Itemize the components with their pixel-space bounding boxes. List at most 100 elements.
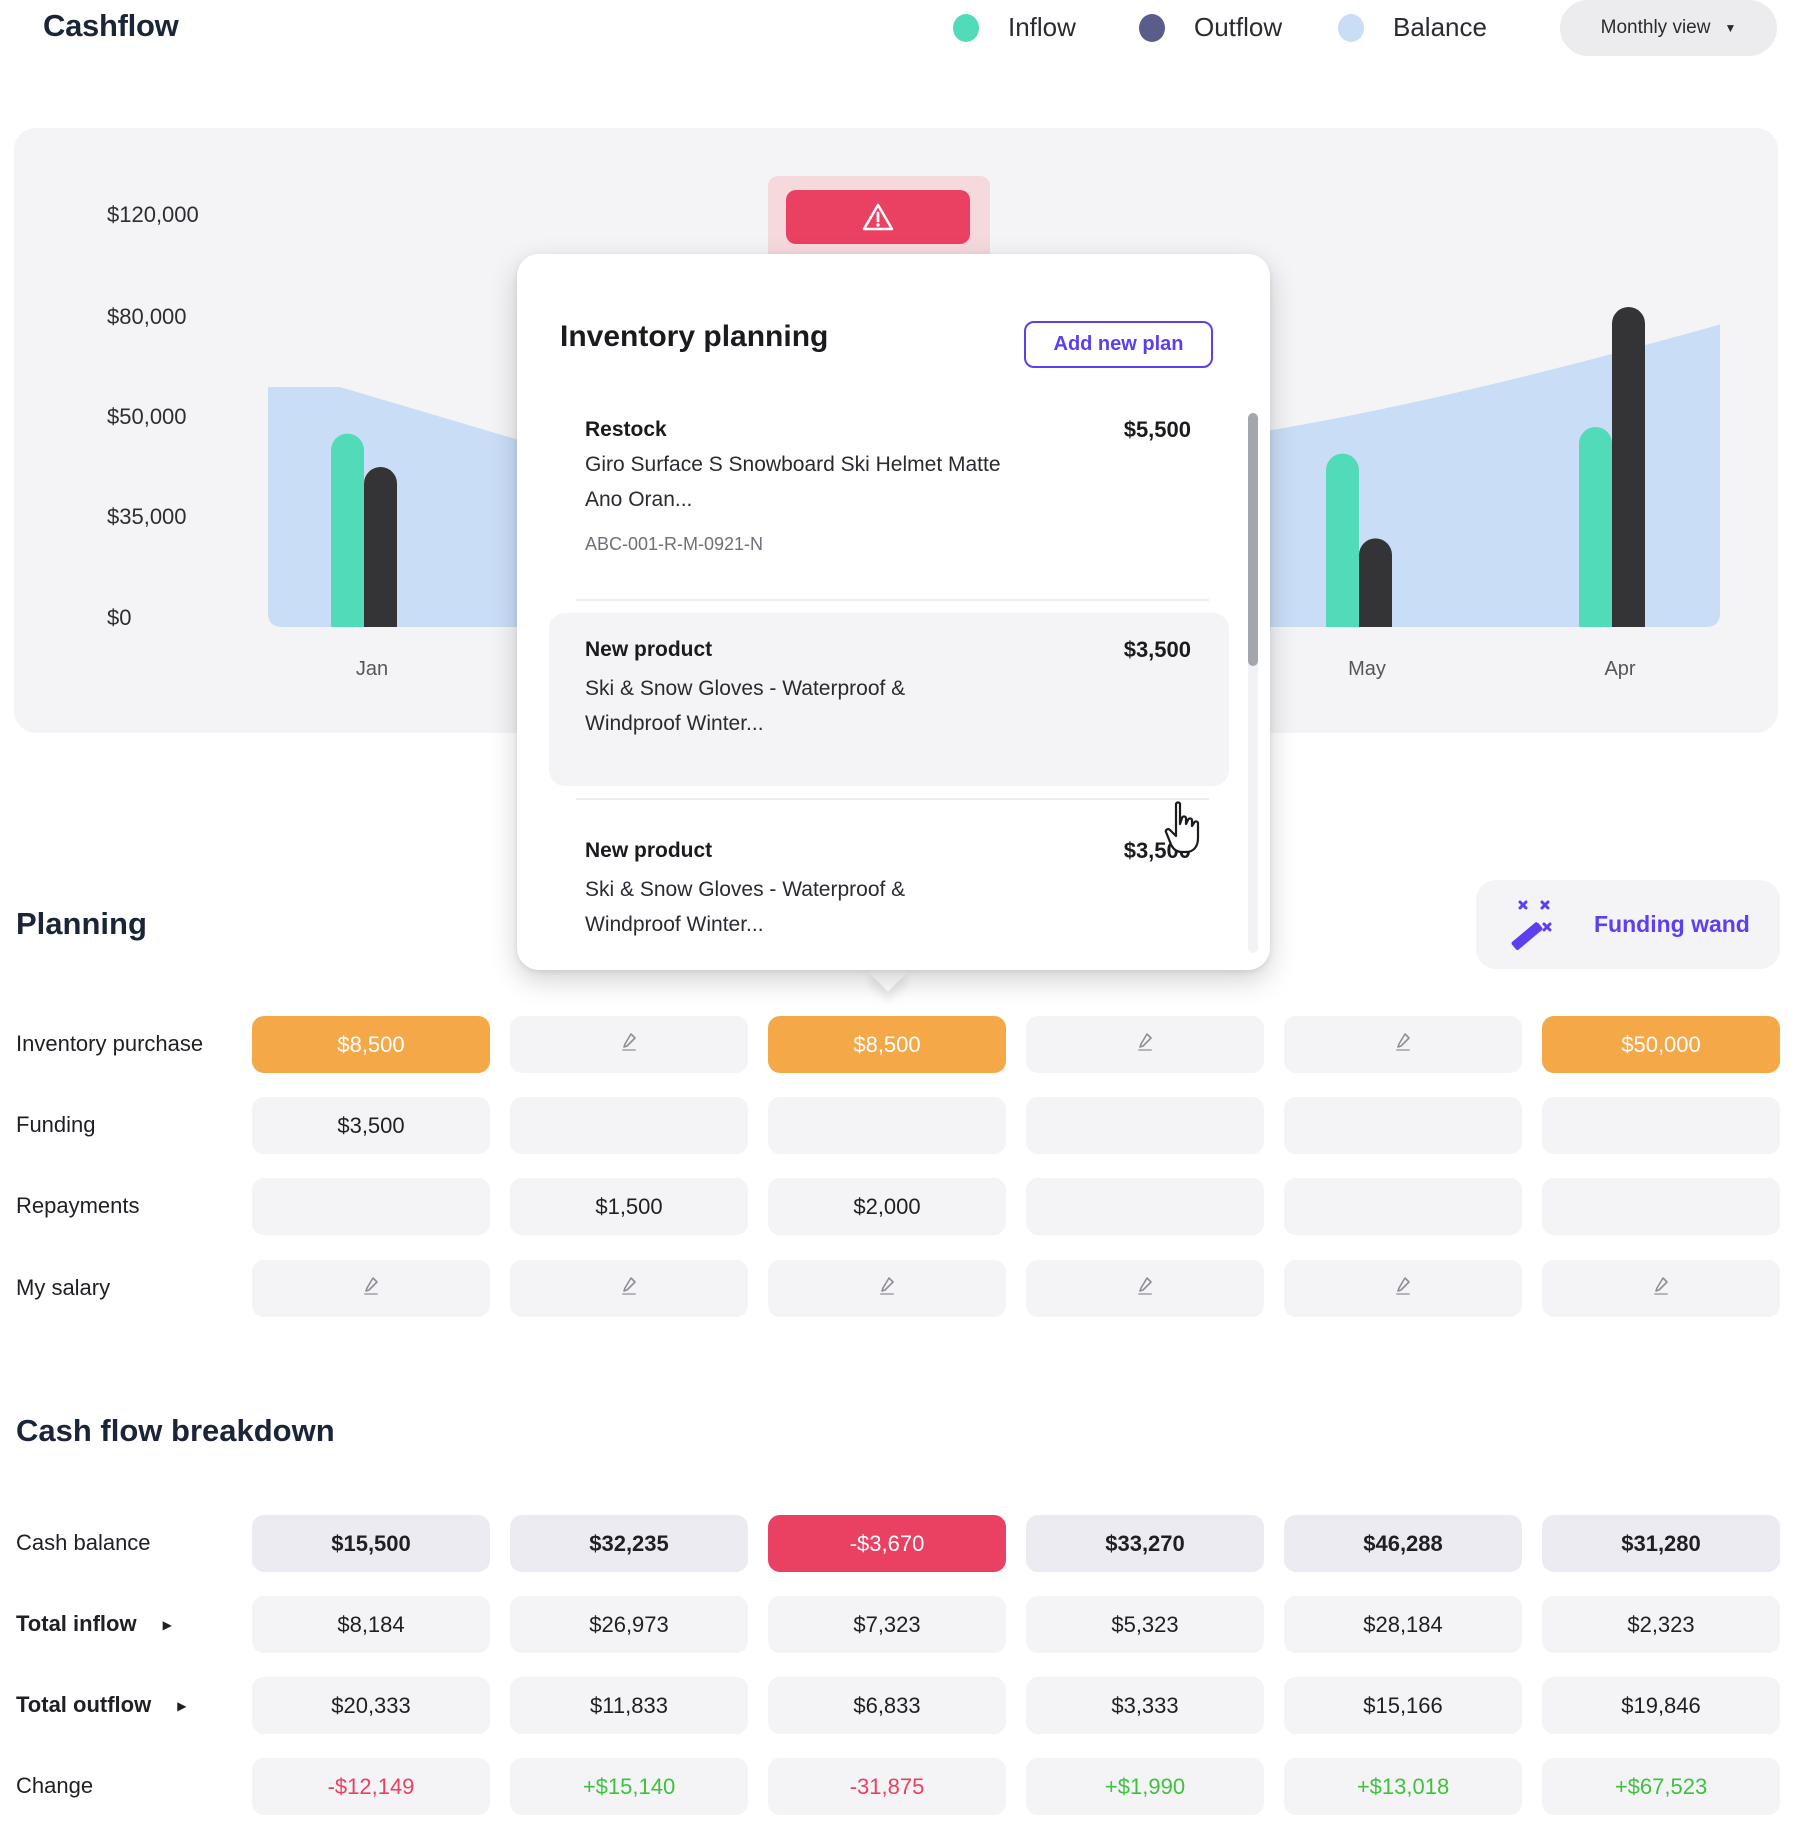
row-label-text: Total outflow	[16, 1692, 152, 1717]
breakdown-cell[interactable]: $15,500	[252, 1515, 490, 1572]
plan-item[interactable]: New product $3,500 Ski & Snow Gloves - W…	[549, 810, 1229, 960]
row-label-text: Inventory purchase	[16, 1031, 204, 1056]
breakdown-cell[interactable]: $46,288	[1284, 1515, 1522, 1572]
edit-pencil-icon	[1134, 1031, 1156, 1059]
planning-cell[interactable]	[510, 1016, 748, 1073]
breakdown-cell[interactable]: $7,323	[768, 1596, 1006, 1653]
plan-item[interactable]: Restock $5,500 Giro Surface S Snowboard …	[549, 400, 1229, 580]
outflow-bar[interactable]	[1359, 538, 1392, 627]
plan-sku: ABC-001-R-M-0921-N	[585, 534, 764, 554]
popover-scrollbar-thumb[interactable]	[1248, 413, 1258, 666]
breakdown-cell[interactable]: $5,323	[1026, 1596, 1264, 1653]
breakdown-cell[interactable]: +$15,140	[510, 1758, 748, 1815]
planning-cell[interactable]	[1542, 1097, 1780, 1154]
planning-cell[interactable]	[768, 1260, 1006, 1317]
edit-pencil-icon	[618, 1275, 640, 1303]
planning-cell[interactable]	[1026, 1097, 1264, 1154]
planning-cell[interactable]: $1,500	[510, 1178, 748, 1235]
planning-cell[interactable]	[1026, 1016, 1264, 1073]
inflow-bar[interactable]	[1579, 427, 1612, 627]
alert-button[interactable]	[786, 190, 970, 244]
breakdown-cell[interactable]: $2,323	[1542, 1596, 1780, 1653]
edit-pencil-icon	[1650, 1275, 1672, 1303]
cell-value: $32,235	[589, 1530, 669, 1556]
breakdown-cell[interactable]: $20,333	[252, 1677, 490, 1734]
cell-value: +$1,990	[1104, 1773, 1186, 1799]
breakdown-row-label: Change	[16, 1773, 93, 1799]
planning-cell[interactable]: $2,000	[768, 1178, 1006, 1235]
planning-row-label: Inventory purchase	[16, 1031, 203, 1057]
planning-cell[interactable]	[1284, 1260, 1522, 1317]
planning-cell[interactable]	[1542, 1178, 1780, 1235]
edit-pencil-icon	[618, 1031, 640, 1059]
planning-cell[interactable]: $8,500	[768, 1016, 1006, 1073]
breakdown-cell[interactable]: $33,270	[1026, 1515, 1264, 1572]
breakdown-cell[interactable]: $28,184	[1284, 1596, 1522, 1653]
breakdown-row-label[interactable]: Total outflow ▶	[16, 1692, 186, 1718]
edit-pencil-icon	[360, 1275, 382, 1303]
edit-pencil-icon	[1392, 1275, 1414, 1303]
breakdown-cell[interactable]: +$13,018	[1284, 1758, 1522, 1815]
breakdown-cell[interactable]: $11,833	[510, 1677, 748, 1734]
breakdown-cell[interactable]: +$1,990	[1026, 1758, 1264, 1815]
planning-cell[interactable]: $3,500	[252, 1097, 490, 1154]
breakdown-cell[interactable]: $19,846	[1542, 1677, 1780, 1734]
outflow-bar[interactable]	[364, 467, 397, 627]
planning-cell[interactable]	[510, 1260, 748, 1317]
cell-value: $15,166	[1363, 1692, 1443, 1718]
outflow-bar[interactable]	[1612, 307, 1646, 627]
planning-cell[interactable]	[252, 1260, 490, 1317]
funding-wand-label: Funding wand	[1594, 911, 1750, 937]
cell-value: +$13,018	[1356, 1773, 1450, 1799]
planning-cell[interactable]	[768, 1097, 1006, 1154]
row-label-text: My salary	[16, 1275, 111, 1300]
cell-value: $5,323	[1111, 1611, 1179, 1637]
cell-value: $8,500	[337, 1031, 405, 1057]
breakdown-cell[interactable]: $26,973	[510, 1596, 748, 1653]
planning-cell[interactable]	[510, 1097, 748, 1154]
row-label-text: Funding	[16, 1112, 96, 1137]
cell-value: $1,500	[595, 1193, 663, 1219]
planning-cell[interactable]	[1284, 1178, 1522, 1235]
planning-row-label: My salary	[16, 1275, 110, 1301]
cell-value: $46,288	[1363, 1530, 1443, 1556]
planning-cell[interactable]	[1542, 1260, 1780, 1317]
planning-cell[interactable]: $8,500	[252, 1016, 490, 1073]
cell-value: $20,333	[331, 1692, 411, 1718]
breakdown-cell[interactable]: $6,833	[768, 1677, 1006, 1734]
plan-description: Ski & Snow Gloves - Waterproof & Windpro…	[585, 677, 906, 735]
planning-cell[interactable]: $50,000	[1542, 1016, 1780, 1073]
expand-caret-icon[interactable]: ▶	[163, 1618, 172, 1632]
row-label-text: Cash balance	[16, 1530, 151, 1555]
funding-wand-button[interactable]: Funding wand	[1476, 880, 1780, 969]
planning-cell[interactable]	[1026, 1260, 1264, 1317]
breakdown-cell[interactable]: $32,235	[510, 1515, 748, 1572]
inflow-bar[interactable]	[1326, 453, 1359, 627]
breakdown-cell[interactable]: +$67,523	[1542, 1758, 1780, 1815]
cell-value: $7,323	[853, 1611, 921, 1637]
breakdown-cell[interactable]: -31,875	[768, 1758, 1006, 1815]
cell-value: $15,500	[331, 1530, 411, 1556]
row-label-text: Repayments	[16, 1193, 140, 1218]
add-new-plan-button[interactable]: Add new plan	[1024, 321, 1213, 368]
expand-caret-icon[interactable]: ▶	[177, 1699, 186, 1713]
breakdown-row-label[interactable]: Total inflow ▶	[16, 1611, 172, 1637]
divider	[576, 798, 1209, 800]
cell-value: $3,500	[337, 1112, 405, 1138]
cell-value: -$12,149	[327, 1773, 415, 1799]
breakdown-cell[interactable]: $8,184	[252, 1596, 490, 1653]
planning-cell[interactable]	[252, 1178, 490, 1235]
planning-cell[interactable]	[1284, 1097, 1522, 1154]
breakdown-row-label: Cash balance	[16, 1530, 151, 1556]
inflow-bar[interactable]	[331, 433, 364, 627]
breakdown-cell[interactable]: $31,280	[1542, 1515, 1780, 1572]
breakdown-cell[interactable]: $15,166	[1284, 1677, 1522, 1734]
cell-value: $2,323	[1627, 1611, 1695, 1637]
planning-cell[interactable]	[1026, 1178, 1264, 1235]
planning-cell[interactable]	[1284, 1016, 1522, 1073]
x-tick: Apr	[1604, 658, 1636, 680]
breakdown-cell[interactable]: $3,333	[1026, 1677, 1264, 1734]
plan-item[interactable]: New product $3,500 Ski & Snow Gloves - W…	[549, 613, 1229, 786]
breakdown-cell[interactable]: -$3,670	[768, 1515, 1006, 1572]
breakdown-cell[interactable]: -$12,149	[252, 1758, 490, 1815]
